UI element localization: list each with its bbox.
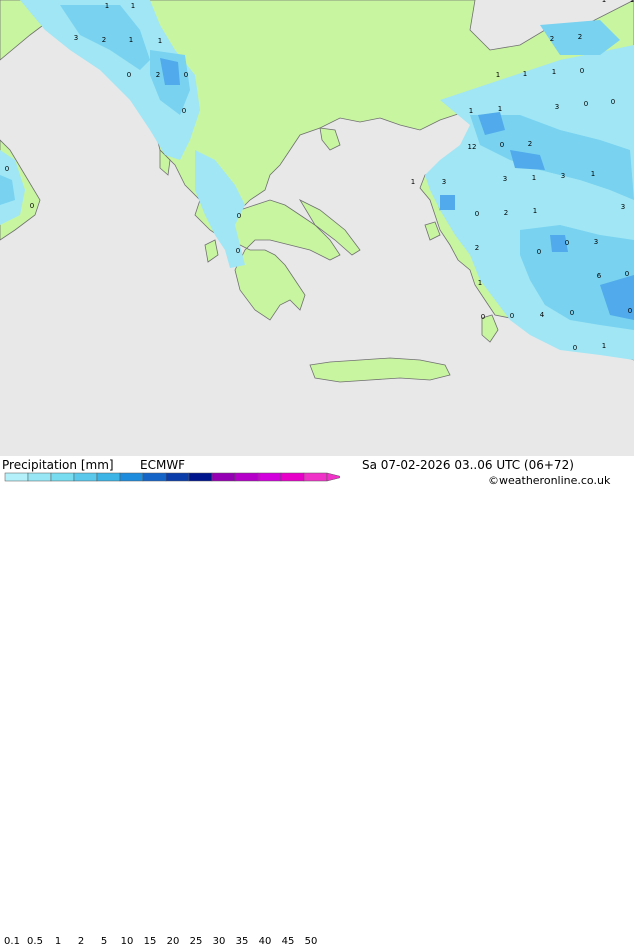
legend-tick-label: 20 <box>166 936 180 947</box>
map-value-label: 0 <box>611 98 615 106</box>
legend-tick-label: 10 <box>120 936 134 947</box>
legend-tick-label: 40 <box>258 936 272 947</box>
map-value-label: 1 <box>411 178 415 186</box>
map-value-label: 1 <box>498 105 502 113</box>
map-value-label: 0 <box>565 239 569 247</box>
map-value-label: 12 <box>468 143 477 151</box>
map-value-label: 0 <box>537 248 541 256</box>
legend-swatch <box>27 472 52 482</box>
legend-tick-label: 5 <box>100 936 108 947</box>
legend-footer: Precipitation [mm] ECMWF Sa 07-02-2026 0… <box>0 456 634 947</box>
map-value-label: 0 <box>236 247 240 255</box>
map-value-label: 1 <box>552 68 556 76</box>
map-value-label: 0 <box>184 71 188 79</box>
legend-tick-label: 0.5 <box>27 936 43 947</box>
map-value-label: 2 <box>578 33 582 41</box>
map-value-label: 1 <box>532 174 536 182</box>
legend-tick-label: 1 <box>54 936 62 947</box>
map-value-label: 0 <box>237 212 241 220</box>
map-value-label: 1 <box>602 0 606 4</box>
map-value-label: 0 <box>30 202 34 210</box>
credit-text: ©weatheronline.co.uk <box>488 474 611 487</box>
legend-tick-label: 35 <box>235 936 249 947</box>
map-value-label: 0 <box>510 312 514 320</box>
legend-swatch <box>188 472 213 482</box>
legend-tick-label: 0.1 <box>4 936 20 947</box>
map-value-label: 3 <box>561 172 565 180</box>
map-value-label: 2 <box>475 244 479 252</box>
rain-heavy-5 <box>440 195 455 210</box>
legend-title: Precipitation [mm] <box>2 458 114 472</box>
map-value-label: 1 <box>131 2 135 10</box>
map-value-label: 1 <box>478 279 482 287</box>
map-value-label: 0 <box>570 309 574 317</box>
legend-swatch <box>96 472 121 482</box>
map-value-label: 1 <box>533 207 537 215</box>
crete-island <box>309 357 451 383</box>
precipitation-map: 1 1 3 2 1 1 0 2 0 0 0 0 1 1 2 2 1 1 1 0 … <box>0 0 634 456</box>
map-value-label: 3 <box>555 103 559 111</box>
map-value-label: 0 <box>5 165 9 173</box>
map-value-label: 0 <box>628 307 632 315</box>
map-value-label: 2 <box>550 35 554 43</box>
legend-swatch <box>4 472 29 482</box>
map-value-label: 0 <box>475 210 479 218</box>
map-value-label: 1 <box>496 71 500 79</box>
legend-overflow-arrow <box>326 472 340 482</box>
map-value-label: 3 <box>594 238 598 246</box>
map-value-label: 0 <box>127 71 131 79</box>
model-name: ECMWF <box>140 458 186 472</box>
map-value-label: 3 <box>503 175 507 183</box>
legend-tick-label: 30 <box>212 936 226 947</box>
legend-swatch <box>234 472 259 482</box>
map-value-label: 1 <box>105 2 109 10</box>
map-value-label: 1 <box>630 0 634 4</box>
map-value-label: 0 <box>584 100 588 108</box>
map-value-label: 1 <box>129 36 133 44</box>
legend-swatch <box>50 472 75 482</box>
legend-tick-label: 45 <box>281 936 295 947</box>
color-scale-bar <box>4 472 340 482</box>
map-value-label: 2 <box>156 71 160 79</box>
map-value-label: 0 <box>573 344 577 352</box>
map-value-label: 3 <box>74 34 78 42</box>
legend-swatch <box>280 472 305 482</box>
map-value-label: 0 <box>625 270 629 278</box>
legend-tick-label: 25 <box>189 936 203 947</box>
map-value-label: 3 <box>621 203 625 211</box>
legend-swatch <box>303 472 328 482</box>
map-value-label: 0 <box>500 141 504 149</box>
legend-swatch <box>73 472 98 482</box>
map-value-label: 1 <box>591 170 595 178</box>
legend-swatch <box>165 472 190 482</box>
map-value-label: 1 <box>602 342 606 350</box>
legend-tick-label: 15 <box>143 936 157 947</box>
map-value-label: 0 <box>580 67 584 75</box>
map-value-label: 2 <box>102 36 106 44</box>
valid-time: Sa 07-02-2026 03..06 UTC (06+72) <box>362 458 574 472</box>
map-value-label: 1 <box>523 70 527 78</box>
map-canvas: 1 1 3 2 1 1 0 2 0 0 0 0 1 1 2 2 1 1 1 0 … <box>0 0 634 456</box>
map-value-label: 2 <box>528 140 532 148</box>
map-value-label: 6 <box>597 272 602 280</box>
map-value-label: 0 <box>481 313 485 321</box>
map-value-label: 2 <box>504 209 508 217</box>
legend-swatch <box>142 472 167 482</box>
map-value-label: 1 <box>469 107 473 115</box>
legend-tick-label: 50 <box>304 936 318 947</box>
map-value-label: 3 <box>442 178 446 186</box>
legend-tick-label: 2 <box>77 936 85 947</box>
map-value-label: 4 <box>540 311 545 319</box>
legend-swatch <box>211 472 236 482</box>
map-value-label: 1 <box>158 37 162 45</box>
map-value-label: 0 <box>182 107 186 115</box>
legend-swatch <box>257 472 282 482</box>
legend-swatch <box>119 472 144 482</box>
